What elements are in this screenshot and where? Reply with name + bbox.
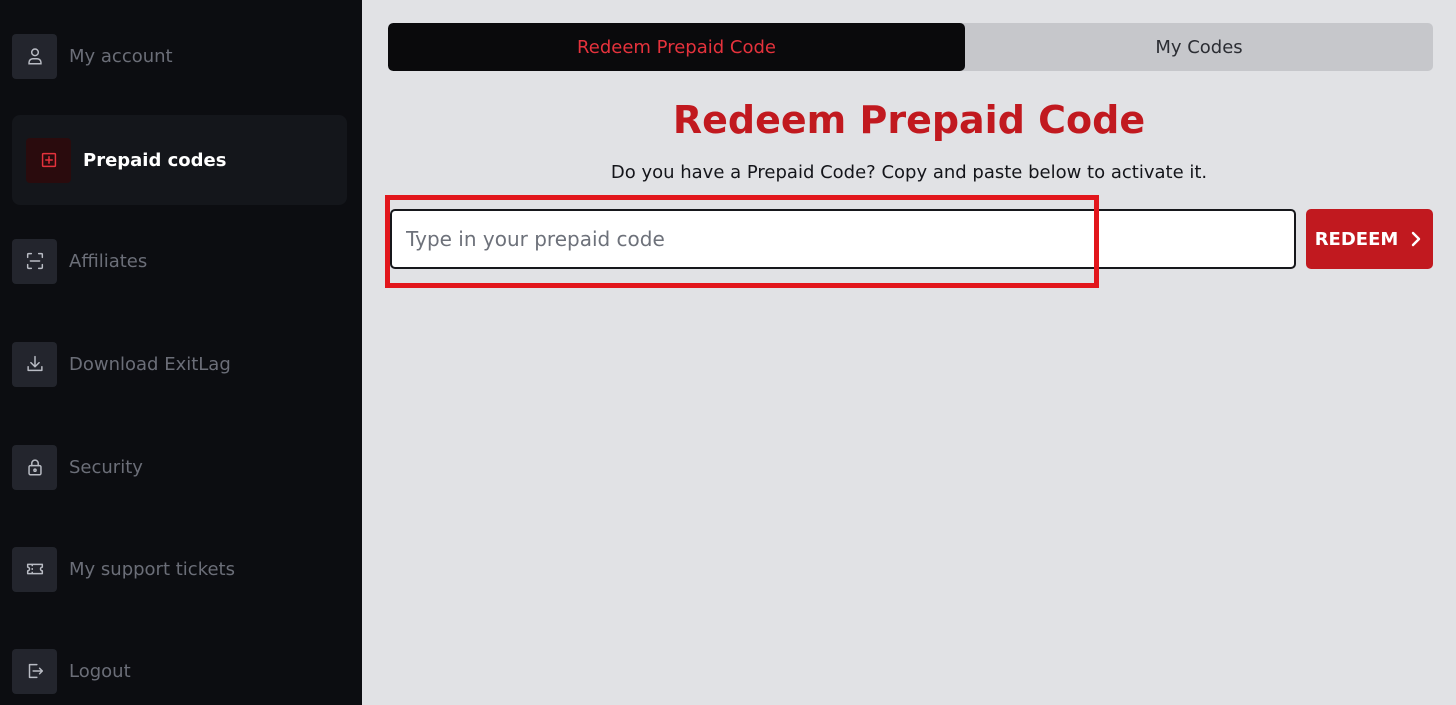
sidebar-item-security[interactable]: Security [12,439,347,495]
prepaid-code-input[interactable] [390,209,1296,269]
ticket-icon [12,546,57,592]
sidebar-item-prepaid-codes[interactable]: Prepaid codes [12,115,347,205]
scan-icon [12,238,57,284]
sidebar-item-label: Logout [69,660,131,682]
sidebar-item-label: Download ExitLag [69,353,231,375]
sidebar-item-label: Affiliates [69,250,148,272]
sidebar-item-label: Prepaid codes [83,149,227,171]
chevron-right-icon [1412,231,1421,247]
plus-square-icon [26,137,71,183]
page-title: Redeem Prepaid Code [672,98,1146,142]
sidebar-item-download-exitlag[interactable]: Download ExitLag [12,336,347,392]
page-subtitle: Do you have a Prepaid Code? Copy and pas… [610,162,1208,183]
tab-my-codes[interactable]: My Codes [965,23,1433,71]
main-content: Redeem Prepaid Code My Codes Redeem Prep… [362,0,1456,705]
lock-icon [12,444,57,490]
user-icon [12,33,57,79]
redeem-button[interactable]: REDEEM [1306,209,1433,269]
sidebar-item-support-tickets[interactable]: My support tickets [12,541,347,597]
sidebar-item-label: My support tickets [69,558,235,580]
sidebar-item-label: My account [69,45,173,67]
download-icon [12,341,57,387]
redeem-button-label: REDEEM [1314,228,1399,250]
sidebar-item-label: Security [69,456,143,478]
logout-icon [12,648,57,694]
tab-bar: Redeem Prepaid Code My Codes [388,23,1433,71]
sidebar-item-logout[interactable]: Logout [12,643,347,699]
sidebar-item-my-account[interactable]: My account [12,28,347,84]
sidebar: My account Prepaid codes Affiliates Down… [0,0,362,705]
sidebar-item-affiliates[interactable]: Affiliates [12,233,347,289]
tab-redeem-prepaid-code[interactable]: Redeem Prepaid Code [388,23,965,71]
app-root: My account Prepaid codes Affiliates Down… [0,0,1456,705]
